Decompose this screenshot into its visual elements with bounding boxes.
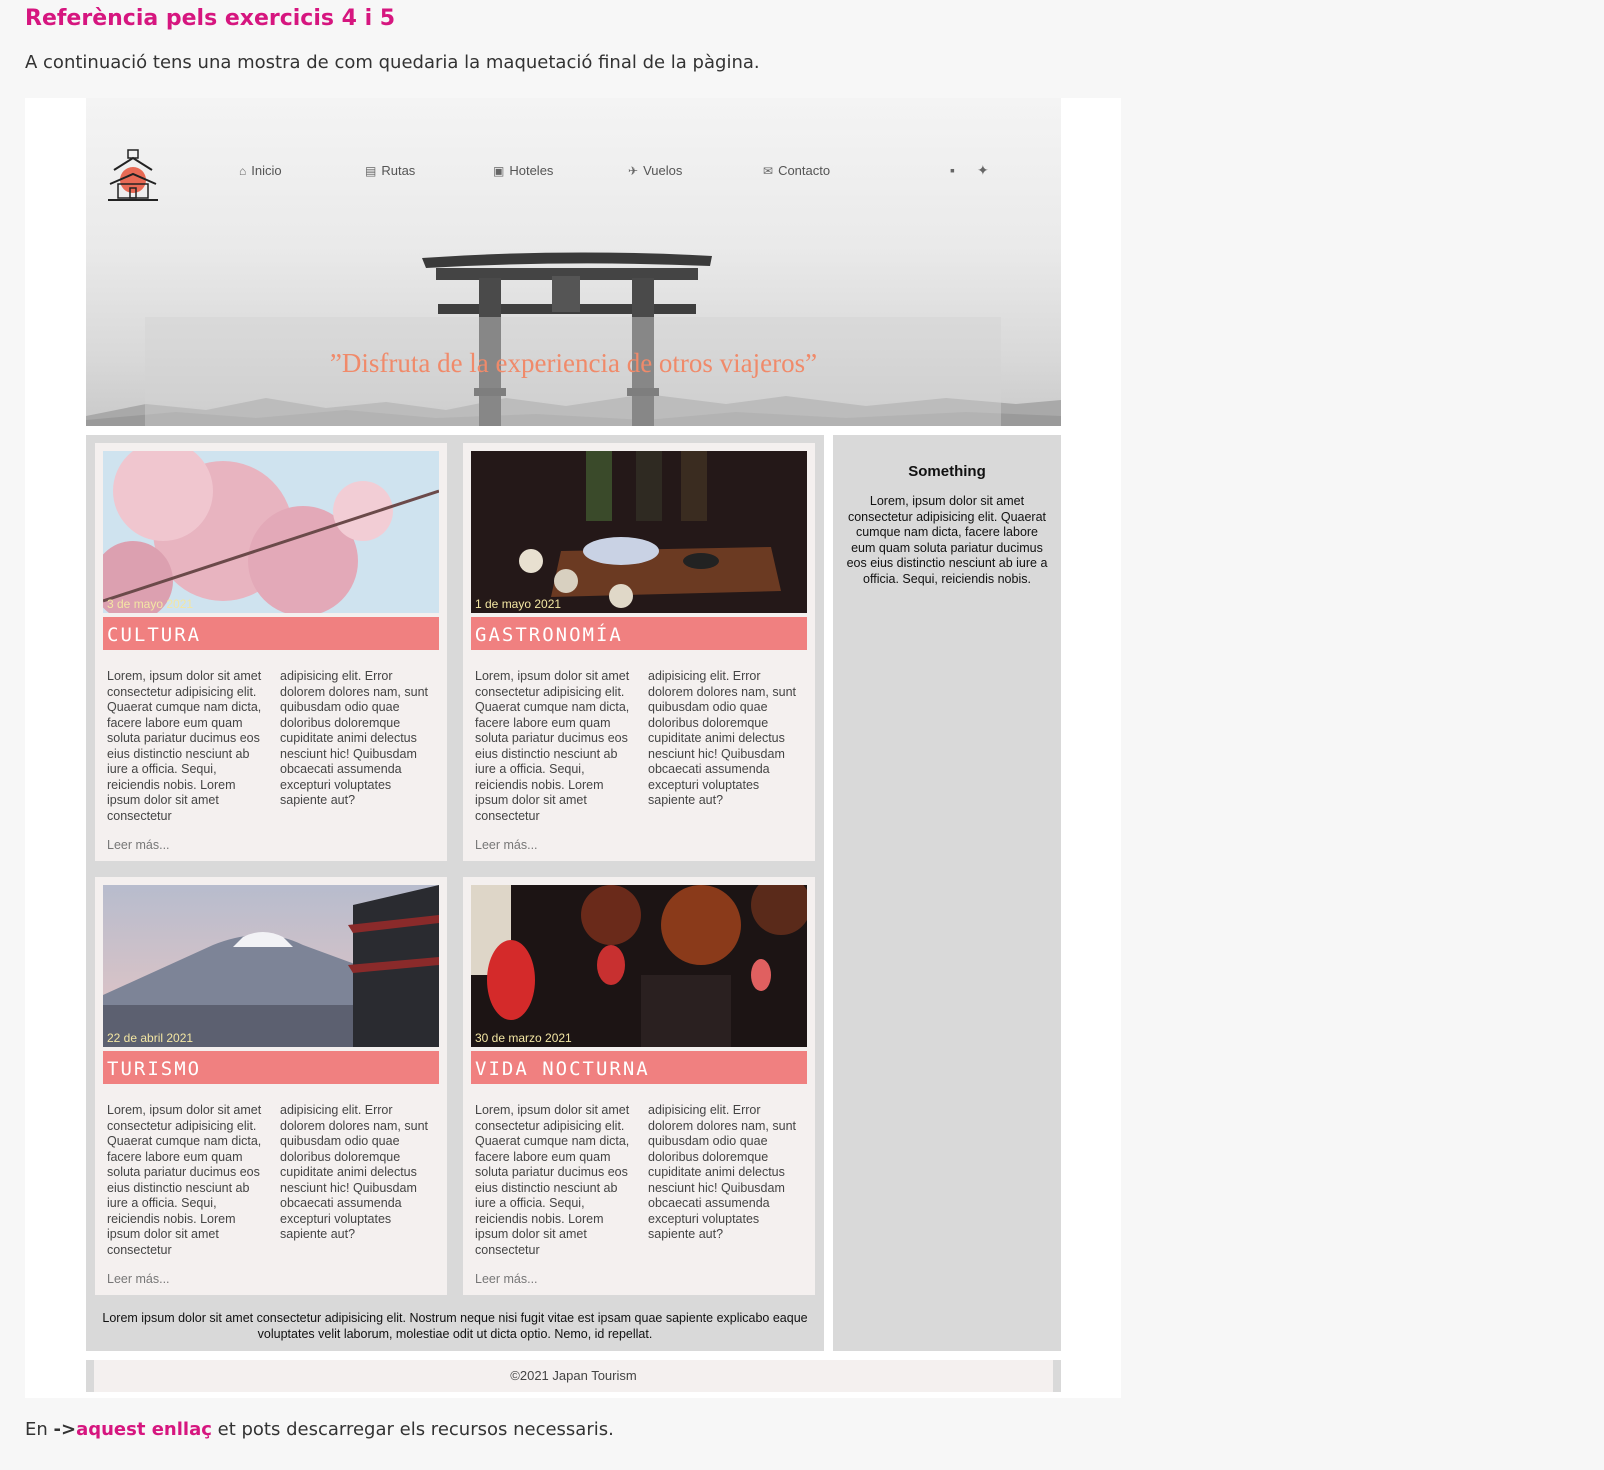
hero-tagline: ”Disfruta de la experiencia de otros via… — [329, 348, 818, 378]
nav-item-contacto[interactable]: ✉ Contacto — [763, 163, 830, 178]
resources-link[interactable]: aquest enllaç — [76, 1419, 212, 1440]
card-text-col2: adipisicing elit. Error dolorem dolores … — [648, 669, 796, 807]
facebook-icon[interactable]: ▪ — [950, 162, 955, 178]
read-more-link[interactable]: Leer más... — [107, 838, 170, 852]
read-more-link[interactable]: Leer más... — [475, 1272, 538, 1286]
article-card-turismo: 22 de abril 2021 TURISMO Lorem, ipsum do… — [95, 877, 447, 1295]
intro-text: A continuació tens una mostra de com que… — [25, 52, 760, 73]
card-date: 22 de abril 2021 — [107, 1031, 194, 1045]
nav-item-hoteles[interactable]: ▣ Hoteles — [493, 163, 553, 178]
card-text-col1: Lorem, ipsum dolor sit amet consectetur … — [475, 1103, 630, 1257]
cherry-blossom-image: 3 de mayo 2021 — [103, 451, 439, 613]
sidebar: Something Lorem, ipsum dolor sit amet co… — [833, 435, 1061, 1351]
card-category: VIDA NOCTURNA — [471, 1051, 807, 1084]
card-body: Lorem, ipsum dolor sit amet consectetur … — [475, 1103, 805, 1258]
resources-prefix: En — [25, 1419, 48, 1440]
resources-line: En ->aquest enllaç et pots descarregar e… — [25, 1419, 614, 1440]
card-text-col2: adipisicing elit. Error dolorem dolores … — [280, 669, 428, 807]
article-card-gastronomia: 1 de mayo 2021 GASTRONOMÍA Lorem, ipsum … — [463, 443, 815, 861]
article-card-cultura: 3 de mayo 2021 CULTURA Lorem, ipsum dolo… — [95, 443, 447, 861]
read-more-link[interactable]: Leer más... — [475, 838, 538, 852]
site-mockup: ⌂ Inicio ▤ Rutas ▣ Hoteles ✈ Vuelos ✉ Co… — [86, 98, 1061, 1398]
map-icon: ▤ — [365, 163, 377, 178]
card-text-col2: adipisicing elit. Error dolorem dolores … — [280, 1103, 428, 1241]
article-card-vida-nocturna: 30 de marzo 2021 VIDA NOCTURNA Lorem, ip… — [463, 877, 815, 1295]
home-icon: ⌂ — [239, 163, 247, 178]
card-body: Lorem, ipsum dolor sit amet consectetur … — [475, 669, 805, 824]
card-text-col1: Lorem, ipsum dolor sit amet consectetur … — [475, 669, 630, 823]
preview-frame: ⌂ Inicio ▤ Rutas ▣ Hoteles ✈ Vuelos ✉ Co… — [25, 98, 1121, 1398]
card-text-col2: adipisicing elit. Error dolorem dolores … — [648, 1103, 796, 1241]
card-body: Lorem, ipsum dolor sit amet consectetur … — [107, 669, 437, 824]
site-footer: ©2021 Japan Tourism — [86, 1360, 1061, 1392]
hotel-icon: ▣ — [493, 163, 505, 178]
sidebar-title: Something — [908, 463, 986, 480]
card-category: CULTURA — [103, 617, 439, 650]
nav-item-inicio[interactable]: ⌂ Inicio — [239, 163, 282, 178]
read-more-link[interactable]: Leer más... — [107, 1272, 170, 1286]
card-category: TURISMO — [103, 1051, 439, 1084]
card-body: Lorem, ipsum dolor sit amet consectetur … — [107, 1103, 437, 1258]
nav-item-rutas[interactable]: ▤ Rutas — [365, 163, 415, 178]
main-nav: ⌂ Inicio ▤ Rutas ▣ Hoteles ✈ Vuelos ✉ Co… — [86, 163, 1061, 183]
nav-label: Vuelos — [643, 163, 683, 178]
nav-label: Hoteles — [509, 163, 554, 178]
card-date: 30 de marzo 2021 — [475, 1031, 572, 1045]
card-category: GASTRONOMÍA — [471, 617, 807, 650]
nav-label: Rutas — [381, 163, 416, 178]
envelope-icon: ✉ — [763, 163, 774, 178]
copyright-text: ©2021 Japan Tourism — [94, 1360, 1053, 1392]
night-street-image: 30 de marzo 2021 — [471, 885, 807, 1047]
main-footer-text: Lorem ipsum dolor sit amet consectetur a… — [102, 1311, 808, 1341]
mount-fuji-image: 22 de abril 2021 — [103, 885, 439, 1047]
card-date: 3 de mayo 2021 — [107, 597, 194, 611]
card-date: 1 de mayo 2021 — [475, 597, 562, 611]
nav-item-vuelos[interactable]: ✈ Vuelos — [628, 163, 682, 178]
card-text-col1: Lorem, ipsum dolor sit amet consectetur … — [107, 1103, 262, 1257]
twitter-icon[interactable]: ✦ — [977, 162, 989, 179]
nav-label: Contacto — [778, 163, 831, 178]
hero-header: ⌂ Inicio ▤ Rutas ▣ Hoteles ✈ Vuelos ✉ Co… — [86, 98, 1061, 426]
plane-icon: ✈ — [628, 163, 639, 178]
resources-suffix: et pots descarregar els recursos necessa… — [217, 1419, 614, 1440]
main-content: 3 de mayo 2021 CULTURA Lorem, ipsum dolo… — [86, 435, 824, 1351]
arrow-text: -> — [53, 1419, 77, 1440]
sidebar-text: Lorem, ipsum dolor sit amet consectetur … — [846, 494, 1048, 586]
card-text-col1: Lorem, ipsum dolor sit amet consectetur … — [107, 669, 262, 823]
sake-food-image: 1 de mayo 2021 — [471, 451, 807, 613]
page-title: Referència pels exercicis 4 i 5 — [25, 6, 396, 31]
nav-label: Inicio — [251, 163, 282, 178]
